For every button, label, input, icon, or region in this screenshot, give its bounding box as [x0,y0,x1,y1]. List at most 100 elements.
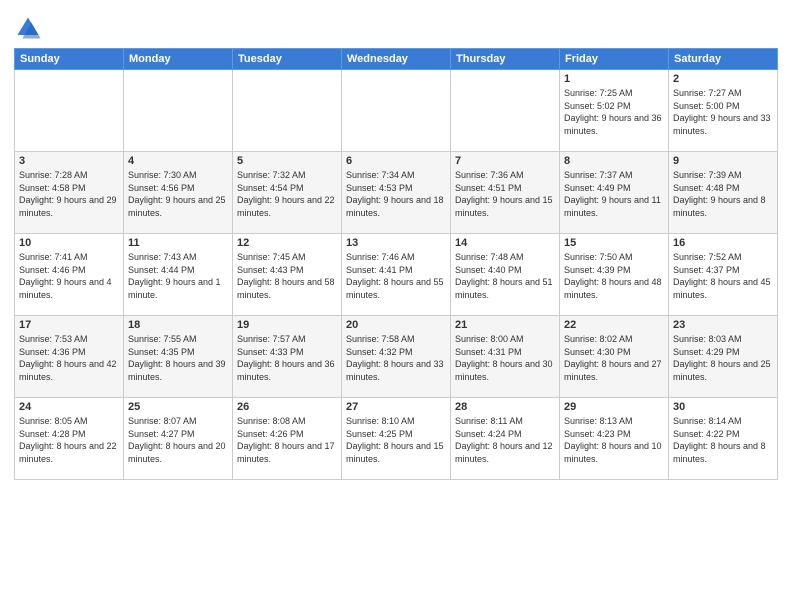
header-row: SundayMondayTuesdayWednesdayThursdayFrid… [15,49,778,70]
header-day: Thursday [451,49,560,70]
calendar-cell: 12Sunrise: 7:45 AM Sunset: 4:43 PM Dayli… [233,234,342,316]
calendar-cell: 16Sunrise: 7:52 AM Sunset: 4:37 PM Dayli… [669,234,778,316]
day-number: 27 [346,401,446,413]
day-info: Sunrise: 7:32 AM Sunset: 4:54 PM Dayligh… [237,169,337,219]
calendar-cell: 7 Sunrise: 7:36 AM Sunset: 4:51 PM Daylig… [451,152,560,234]
calendar-week-row: 17Sunrise: 7:53 AM Sunset: 4:36 PM Dayli… [15,316,778,398]
day-info: Sunrise: 7:28 AM Sunset: 4:58 PM Dayligh… [19,169,119,219]
day-number: 29 [564,401,664,413]
calendar-week-row: 1 Sunrise: 7:25 AM Sunset: 5:02 PM Daylig… [15,70,778,152]
day-number: 20 [346,319,446,331]
day-info: Sunrise: 7:25 AM Sunset: 5:02 PM Dayligh… [564,87,664,137]
day-info: Sunrise: 7:34 AM Sunset: 4:53 PM Dayligh… [346,169,446,219]
day-number: 30 [673,401,773,413]
header-day: Friday [560,49,669,70]
calendar-cell: 19Sunrise: 7:57 AM Sunset: 4:33 PM Dayli… [233,316,342,398]
day-info: Sunrise: 8:10 AM Sunset: 4:25 PM Dayligh… [346,415,446,465]
day-info: Sunrise: 8:13 AM Sunset: 4:23 PM Dayligh… [564,415,664,465]
day-info: Sunrise: 7:53 AM Sunset: 4:36 PM Dayligh… [19,333,119,383]
calendar-cell: 1 Sunrise: 7:25 AM Sunset: 5:02 PM Daylig… [560,70,669,152]
calendar-week-row: 10 Sunrise: 7:41 AM Sunset: 4:46 PM Dayli… [15,234,778,316]
day-number: 18 [128,319,228,331]
calendar-cell: 28 Sunrise: 8:11 AM Sunset: 4:24 PM Dayli… [451,398,560,480]
day-info: Sunrise: 8:00 AM Sunset: 4:31 PM Dayligh… [455,333,555,383]
calendar-cell: 27 Sunrise: 8:10 AM Sunset: 4:25 PM Dayli… [342,398,451,480]
day-number: 6 [346,155,446,167]
calendar-cell: 22 Sunrise: 8:02 AM Sunset: 4:30 PM Dayli… [560,316,669,398]
day-number: 7 [455,155,555,167]
calendar-cell: 17Sunrise: 7:53 AM Sunset: 4:36 PM Dayli… [15,316,124,398]
day-number: 14 [455,237,555,249]
calendar-cell: 26 Sunrise: 8:08 AM Sunset: 4:26 PM Dayli… [233,398,342,480]
day-info: Sunrise: 8:03 AM Sunset: 4:29 PM Dayligh… [673,333,773,383]
calendar-cell [451,70,560,152]
day-info: Sunrise: 7:43 AM Sunset: 4:44 PM Dayligh… [128,251,228,301]
calendar-cell: 6 Sunrise: 7:34 AM Sunset: 4:53 PM Daylig… [342,152,451,234]
day-info: Sunrise: 7:58 AM Sunset: 4:32 PM Dayligh… [346,333,446,383]
header-day: Tuesday [233,49,342,70]
calendar-cell: 4Sunrise: 7:30 AM Sunset: 4:56 PM Daylig… [124,152,233,234]
header-day: Wednesday [342,49,451,70]
day-number: 10 [19,237,119,249]
day-info: Sunrise: 7:50 AM Sunset: 4:39 PM Dayligh… [564,251,664,301]
day-info: Sunrise: 8:14 AM Sunset: 4:22 PM Dayligh… [673,415,773,465]
day-number: 13 [346,237,446,249]
calendar-cell: 14 Sunrise: 7:48 AM Sunset: 4:40 PM Dayli… [451,234,560,316]
calendar-cell: 21 Sunrise: 8:00 AM Sunset: 4:31 PM Dayli… [451,316,560,398]
day-number: 9 [673,155,773,167]
day-info: Sunrise: 7:48 AM Sunset: 4:40 PM Dayligh… [455,251,555,301]
day-info: Sunrise: 8:11 AM Sunset: 4:24 PM Dayligh… [455,415,555,465]
calendar-cell: 13Sunrise: 7:46 AM Sunset: 4:41 PM Dayli… [342,234,451,316]
calendar-cell: 23Sunrise: 8:03 AM Sunset: 4:29 PM Dayli… [669,316,778,398]
day-number: 19 [237,319,337,331]
day-info: Sunrise: 7:41 AM Sunset: 4:46 PM Dayligh… [19,251,119,301]
calendar-cell [342,70,451,152]
day-number: 22 [564,319,664,331]
header-day: Sunday [15,49,124,70]
calendar-cell: 5 Sunrise: 7:32 AM Sunset: 4:54 PM Daylig… [233,152,342,234]
day-number: 21 [455,319,555,331]
day-number: 26 [237,401,337,413]
calendar-cell: 25 Sunrise: 8:07 AM Sunset: 4:27 PM Dayli… [124,398,233,480]
calendar-cell: 3 Sunrise: 7:28 AM Sunset: 4:58 PM Daylig… [15,152,124,234]
day-info: Sunrise: 8:05 AM Sunset: 4:28 PM Dayligh… [19,415,119,465]
calendar-cell: 20 Sunrise: 7:58 AM Sunset: 4:32 PM Dayli… [342,316,451,398]
header-day: Saturday [669,49,778,70]
calendar-cell: 11Sunrise: 7:43 AM Sunset: 4:44 PM Dayli… [124,234,233,316]
calendar-cell: 8 Sunrise: 7:37 AM Sunset: 4:49 PM Daylig… [560,152,669,234]
calendar-cell: 9Sunrise: 7:39 AM Sunset: 4:48 PM Daylig… [669,152,778,234]
day-number: 2 [673,73,773,85]
day-number: 25 [128,401,228,413]
day-info: Sunrise: 8:02 AM Sunset: 4:30 PM Dayligh… [564,333,664,383]
calendar-cell [233,70,342,152]
day-number: 12 [237,237,337,249]
page-container: SundayMondayTuesdayWednesdayThursdayFrid… [0,0,792,612]
day-number: 8 [564,155,664,167]
day-info: Sunrise: 7:55 AM Sunset: 4:35 PM Dayligh… [128,333,228,383]
day-number: 5 [237,155,337,167]
day-number: 3 [19,155,119,167]
day-info: Sunrise: 8:07 AM Sunset: 4:27 PM Dayligh… [128,415,228,465]
calendar-cell: 30 Sunrise: 8:14 AM Sunset: 4:22 PM Dayli… [669,398,778,480]
day-info: Sunrise: 8:08 AM Sunset: 4:26 PM Dayligh… [237,415,337,465]
day-info: Sunrise: 7:52 AM Sunset: 4:37 PM Dayligh… [673,251,773,301]
logo [14,14,46,42]
day-info: Sunrise: 7:37 AM Sunset: 4:49 PM Dayligh… [564,169,664,219]
day-number: 28 [455,401,555,413]
day-info: Sunrise: 7:27 AM Sunset: 5:00 PM Dayligh… [673,87,773,137]
logo-icon [14,14,42,42]
header-day: Monday [124,49,233,70]
calendar-cell [15,70,124,152]
calendar-cell: 18 Sunrise: 7:55 AM Sunset: 4:35 PM Dayli… [124,316,233,398]
day-number: 15 [564,237,664,249]
calendar-cell: 29 Sunrise: 8:13 AM Sunset: 4:23 PM Dayli… [560,398,669,480]
calendar-cell: 24 Sunrise: 8:05 AM Sunset: 4:28 PM Dayli… [15,398,124,480]
calendar-cell: 15 Sunrise: 7:50 AM Sunset: 4:39 PM Dayli… [560,234,669,316]
day-number: 1 [564,73,664,85]
calendar-cell: 10 Sunrise: 7:41 AM Sunset: 4:46 PM Dayli… [15,234,124,316]
day-number: 24 [19,401,119,413]
calendar-cell: 2 Sunrise: 7:27 AM Sunset: 5:00 PM Daylig… [669,70,778,152]
calendar-table: SundayMondayTuesdayWednesdayThursdayFrid… [14,48,778,480]
calendar-week-row: 3 Sunrise: 7:28 AM Sunset: 4:58 PM Daylig… [15,152,778,234]
day-info: Sunrise: 7:36 AM Sunset: 4:51 PM Dayligh… [455,169,555,219]
